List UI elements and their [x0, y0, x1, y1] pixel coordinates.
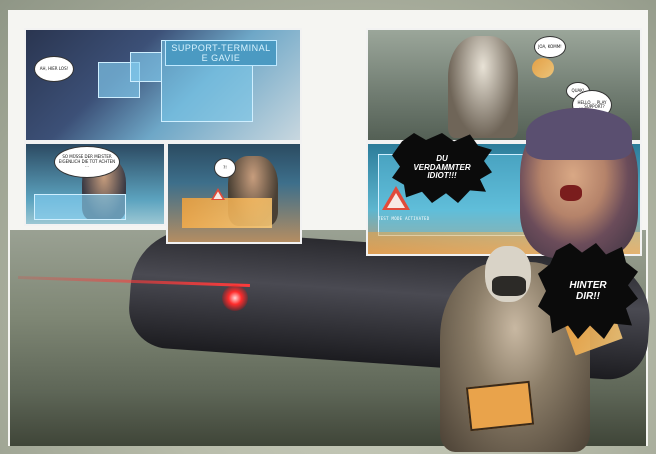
shout-text-du: DU VERDAMMTER IDIOT!!!: [413, 153, 471, 181]
orange-hologram: [182, 198, 272, 228]
hud-status-text: TEST MODE ACTIVATED: [378, 216, 430, 221]
desk-screen: [34, 194, 126, 220]
speech-bubble-p1: AH, HIER LOS!: [34, 56, 74, 82]
speech-bubble-p3: ?!: [214, 158, 236, 178]
shout-text-hinter: HINTER DIR!!: [569, 279, 607, 303]
panel-operator-2: ?!: [166, 142, 302, 244]
soldier-mask: [492, 276, 526, 296]
hologram-screen-2: [130, 52, 162, 82]
warning-triangle-icon: [211, 188, 225, 200]
hooded-soldier: [448, 36, 518, 138]
speech-bubble-p2: SO MÜSSE DER MEISTER EIGENLICH DIE TÜT A…: [54, 146, 120, 178]
terminal-title-line-2: E GAVIE: [201, 53, 241, 63]
speech-bubble-p4-1: JOA, KOMM!: [534, 36, 566, 58]
laser-sight-dot: [222, 285, 248, 311]
handheld-device: [465, 380, 535, 432]
shouting-man-hair: [526, 108, 632, 160]
terminal-title: SUPPORT-TERMINAL E GAVIE: [165, 40, 277, 66]
comic-page: AH, HIER LOS! SUPPORT-TERMINAL E GAVIE S…: [0, 0, 656, 454]
shouting-mouth: [560, 185, 582, 201]
panel-operator-1: SO MÜSSE DER MEISTER EIGENLICH DIE TÜT A…: [24, 142, 166, 226]
orange-hologram-p4: [532, 58, 554, 78]
terminal-title-line-1: SUPPORT-TERMINAL: [171, 43, 271, 53]
